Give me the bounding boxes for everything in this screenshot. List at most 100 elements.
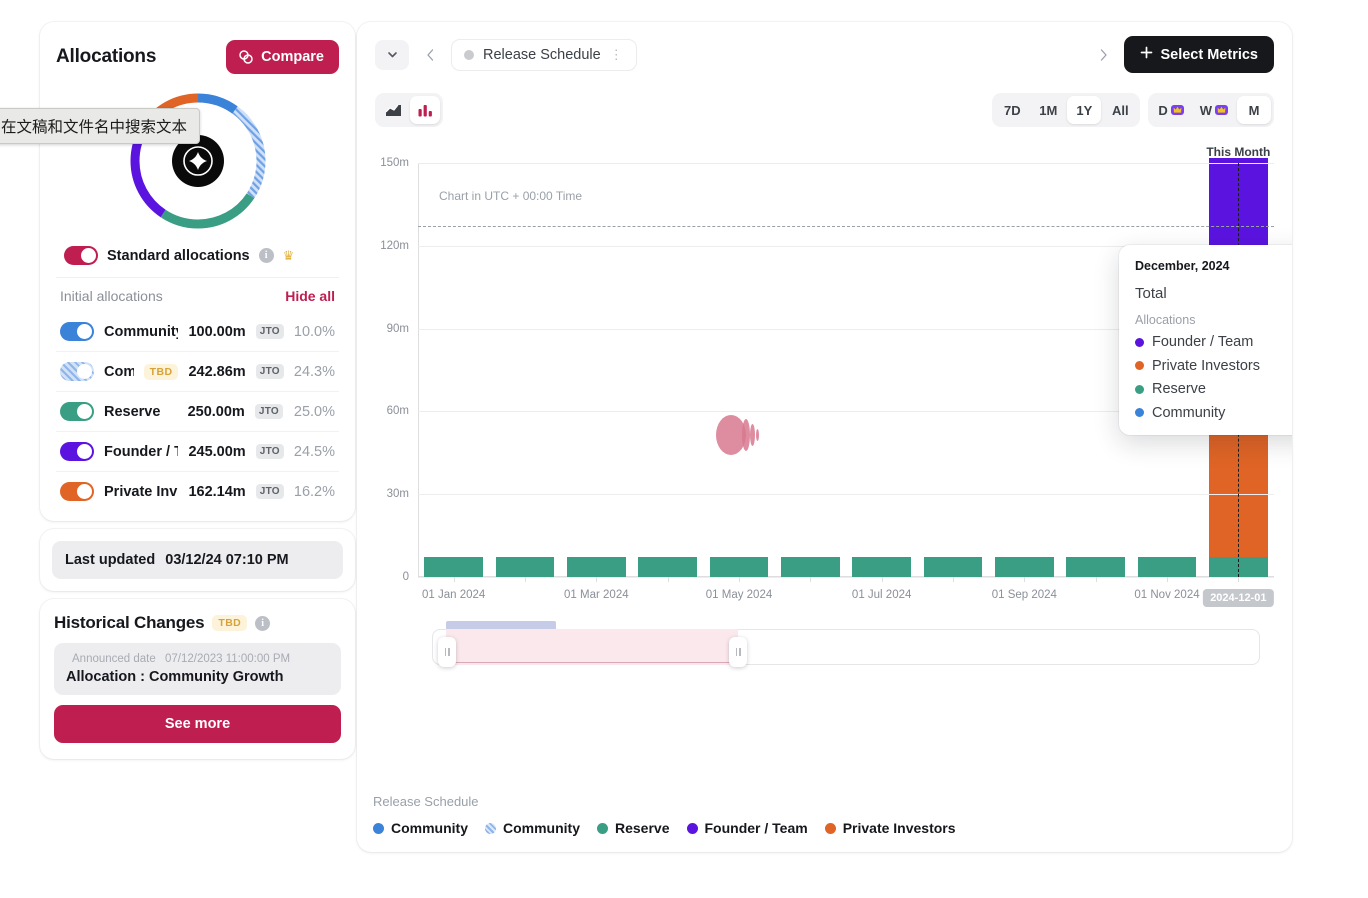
x-axis-tick xyxy=(525,577,526,582)
granularity-button-w[interactable]: W xyxy=(1193,96,1235,124)
tooltip-row-name: Community xyxy=(1152,405,1225,421)
y-axis-tick-label: 150m xyxy=(380,157,418,169)
hide-all-button[interactable]: Hide all xyxy=(285,288,335,304)
range-button-label: 7D xyxy=(1004,103,1021,118)
chart-bar[interactable] xyxy=(424,557,482,577)
tooltip-date: December, 2024 xyxy=(1135,259,1230,273)
this-month-label: This Month xyxy=(1206,145,1270,159)
os-search-tooltip: 在文稿和文件名中搜索文本 xyxy=(0,108,200,144)
compare-button[interactable]: Compare xyxy=(226,40,339,74)
allocation-toggle[interactable] xyxy=(60,322,94,341)
cursor-date-tag: 2024-12-01 xyxy=(1203,589,1273,607)
granularity-button-m[interactable]: M xyxy=(1237,96,1271,124)
chart-bar[interactable] xyxy=(1066,557,1124,577)
legend-item[interactable]: Community xyxy=(485,820,580,836)
allocation-row[interactable]: Commu...TBD242.86mJTO24.3% xyxy=(56,352,339,392)
allocation-toggle[interactable] xyxy=(60,482,94,501)
tooltip-row: Community182,149.36 JTO$676.16k xyxy=(1135,405,1292,422)
chart-bar[interactable] xyxy=(567,557,625,577)
allocation-toggle[interactable] xyxy=(60,402,94,421)
granularity-button-d[interactable]: D xyxy=(1151,96,1190,124)
legend-color-dot xyxy=(597,823,608,834)
legend-color-dot xyxy=(825,823,836,834)
historical-allocation-text: Allocation : Community Growth xyxy=(66,669,329,685)
standard-allocations-label: Standard allocations xyxy=(107,248,250,264)
legend-item[interactable]: Private Investors xyxy=(825,820,956,836)
allocation-unit: JTO xyxy=(256,444,284,459)
see-more-button[interactable]: See more xyxy=(54,705,341,743)
chart-bar[interactable] xyxy=(924,557,982,577)
tooltip-total-row: Total 151,909,980.97 JTO$563.91m xyxy=(1135,285,1292,302)
allocation-percent: 24.5% xyxy=(294,444,335,460)
range-button-label: All xyxy=(1112,103,1129,118)
select-metrics-button[interactable]: Select Metrics xyxy=(1124,36,1274,73)
historical-changes-card: Historical Changes TBD i Announced date … xyxy=(40,599,355,759)
bar-segment xyxy=(1138,557,1196,577)
x-axis-tick xyxy=(739,577,740,582)
allocation-unit: JTO xyxy=(256,364,284,379)
initial-allocations-label: Initial allocations xyxy=(60,288,163,304)
allocation-percent: 25.0% xyxy=(293,404,335,420)
chevron-left-icon[interactable] xyxy=(419,40,441,70)
granularity-group: DWM xyxy=(1148,93,1274,127)
reference-line xyxy=(418,226,1274,227)
chart-bar[interactable] xyxy=(496,557,554,577)
allocation-toggle[interactable] xyxy=(60,442,94,461)
allocation-name: Private Inve... xyxy=(104,484,178,500)
chart-bar[interactable] xyxy=(710,557,768,577)
range-button-1m[interactable]: 1M xyxy=(1031,96,1065,124)
range-button-1y[interactable]: 1Y xyxy=(1067,96,1101,124)
area-chart-icon[interactable] xyxy=(378,96,408,124)
legend-label: Community xyxy=(391,820,468,836)
allocations-card: Allocations Compare xyxy=(40,22,355,521)
x-axis-tick xyxy=(953,577,954,582)
x-axis-tick xyxy=(882,577,883,582)
chart-panel: Release Schedule ⋮ Select Metrics xyxy=(357,22,1292,852)
tooltip-header: December, 2024 UTC + 00:00 xyxy=(1135,259,1292,273)
legend-color-dot xyxy=(687,823,698,834)
standard-allocations-row[interactable]: Standard allocations i ♛ xyxy=(56,240,339,277)
chart-bar[interactable] xyxy=(1138,557,1196,577)
y-axis-tick-label: 60m xyxy=(387,405,418,417)
range-button-7d[interactable]: 7D xyxy=(995,96,1029,124)
x-axis-tick xyxy=(454,577,455,582)
info-icon[interactable]: i xyxy=(255,616,270,631)
allocation-row[interactable]: Private Inve...162.14mJTO16.2% xyxy=(56,472,339,511)
chevron-right-icon[interactable] xyxy=(1092,40,1114,70)
standard-allocations-toggle[interactable] xyxy=(64,246,98,265)
slider-selection[interactable] xyxy=(446,629,738,665)
allocation-row[interactable]: Founder / Te...245.00mJTO24.5% xyxy=(56,432,339,472)
allocation-row[interactable]: Reserve250.00mJTO25.0% xyxy=(56,392,339,432)
slider-handle-right[interactable] xyxy=(729,637,747,667)
allocation-row[interactable]: Community100.00mJTO10.0% xyxy=(56,312,339,352)
kebab-menu-icon[interactable]: ⋮ xyxy=(610,48,624,61)
slider-handle-left[interactable] xyxy=(438,637,456,667)
tab-release-schedule[interactable]: Release Schedule ⋮ xyxy=(451,39,637,71)
crown-icon xyxy=(1215,105,1228,115)
chart-bar[interactable] xyxy=(995,557,1053,577)
bar-segment xyxy=(638,557,696,577)
chart-bar[interactable] xyxy=(781,557,839,577)
bar-segment xyxy=(710,557,768,577)
compare-label: Compare xyxy=(261,49,324,65)
x-axis-tick-label: 01 Nov 2024 xyxy=(1134,589,1199,601)
allocation-unit: JTO xyxy=(255,404,283,419)
bar-segment xyxy=(496,557,554,577)
range-slider[interactable] xyxy=(432,621,1260,673)
x-axis-tick xyxy=(1167,577,1168,582)
allocation-percent: 24.3% xyxy=(294,364,335,380)
info-icon[interactable]: i xyxy=(259,248,274,263)
slider-selection-line xyxy=(446,662,738,663)
range-button-all[interactable]: All xyxy=(1103,96,1137,124)
legend-item[interactable]: Community xyxy=(373,820,468,836)
chevron-down-icon[interactable] xyxy=(375,40,409,70)
allocation-toggle[interactable] xyxy=(60,362,94,381)
legend-item[interactable]: Founder / Team xyxy=(687,820,808,836)
tooltip-allocation-rows: Founder / Team87,043,896.07 JTO$323.12mP… xyxy=(1135,334,1292,421)
chart-bar[interactable] xyxy=(852,557,910,577)
chart-bar[interactable] xyxy=(638,557,696,577)
bar-chart-icon[interactable] xyxy=(410,96,440,124)
tooltip-row-name: Reserve xyxy=(1152,381,1206,397)
legend-item[interactable]: Reserve xyxy=(597,820,670,836)
last-updated-label: Last updated xyxy=(65,552,155,568)
